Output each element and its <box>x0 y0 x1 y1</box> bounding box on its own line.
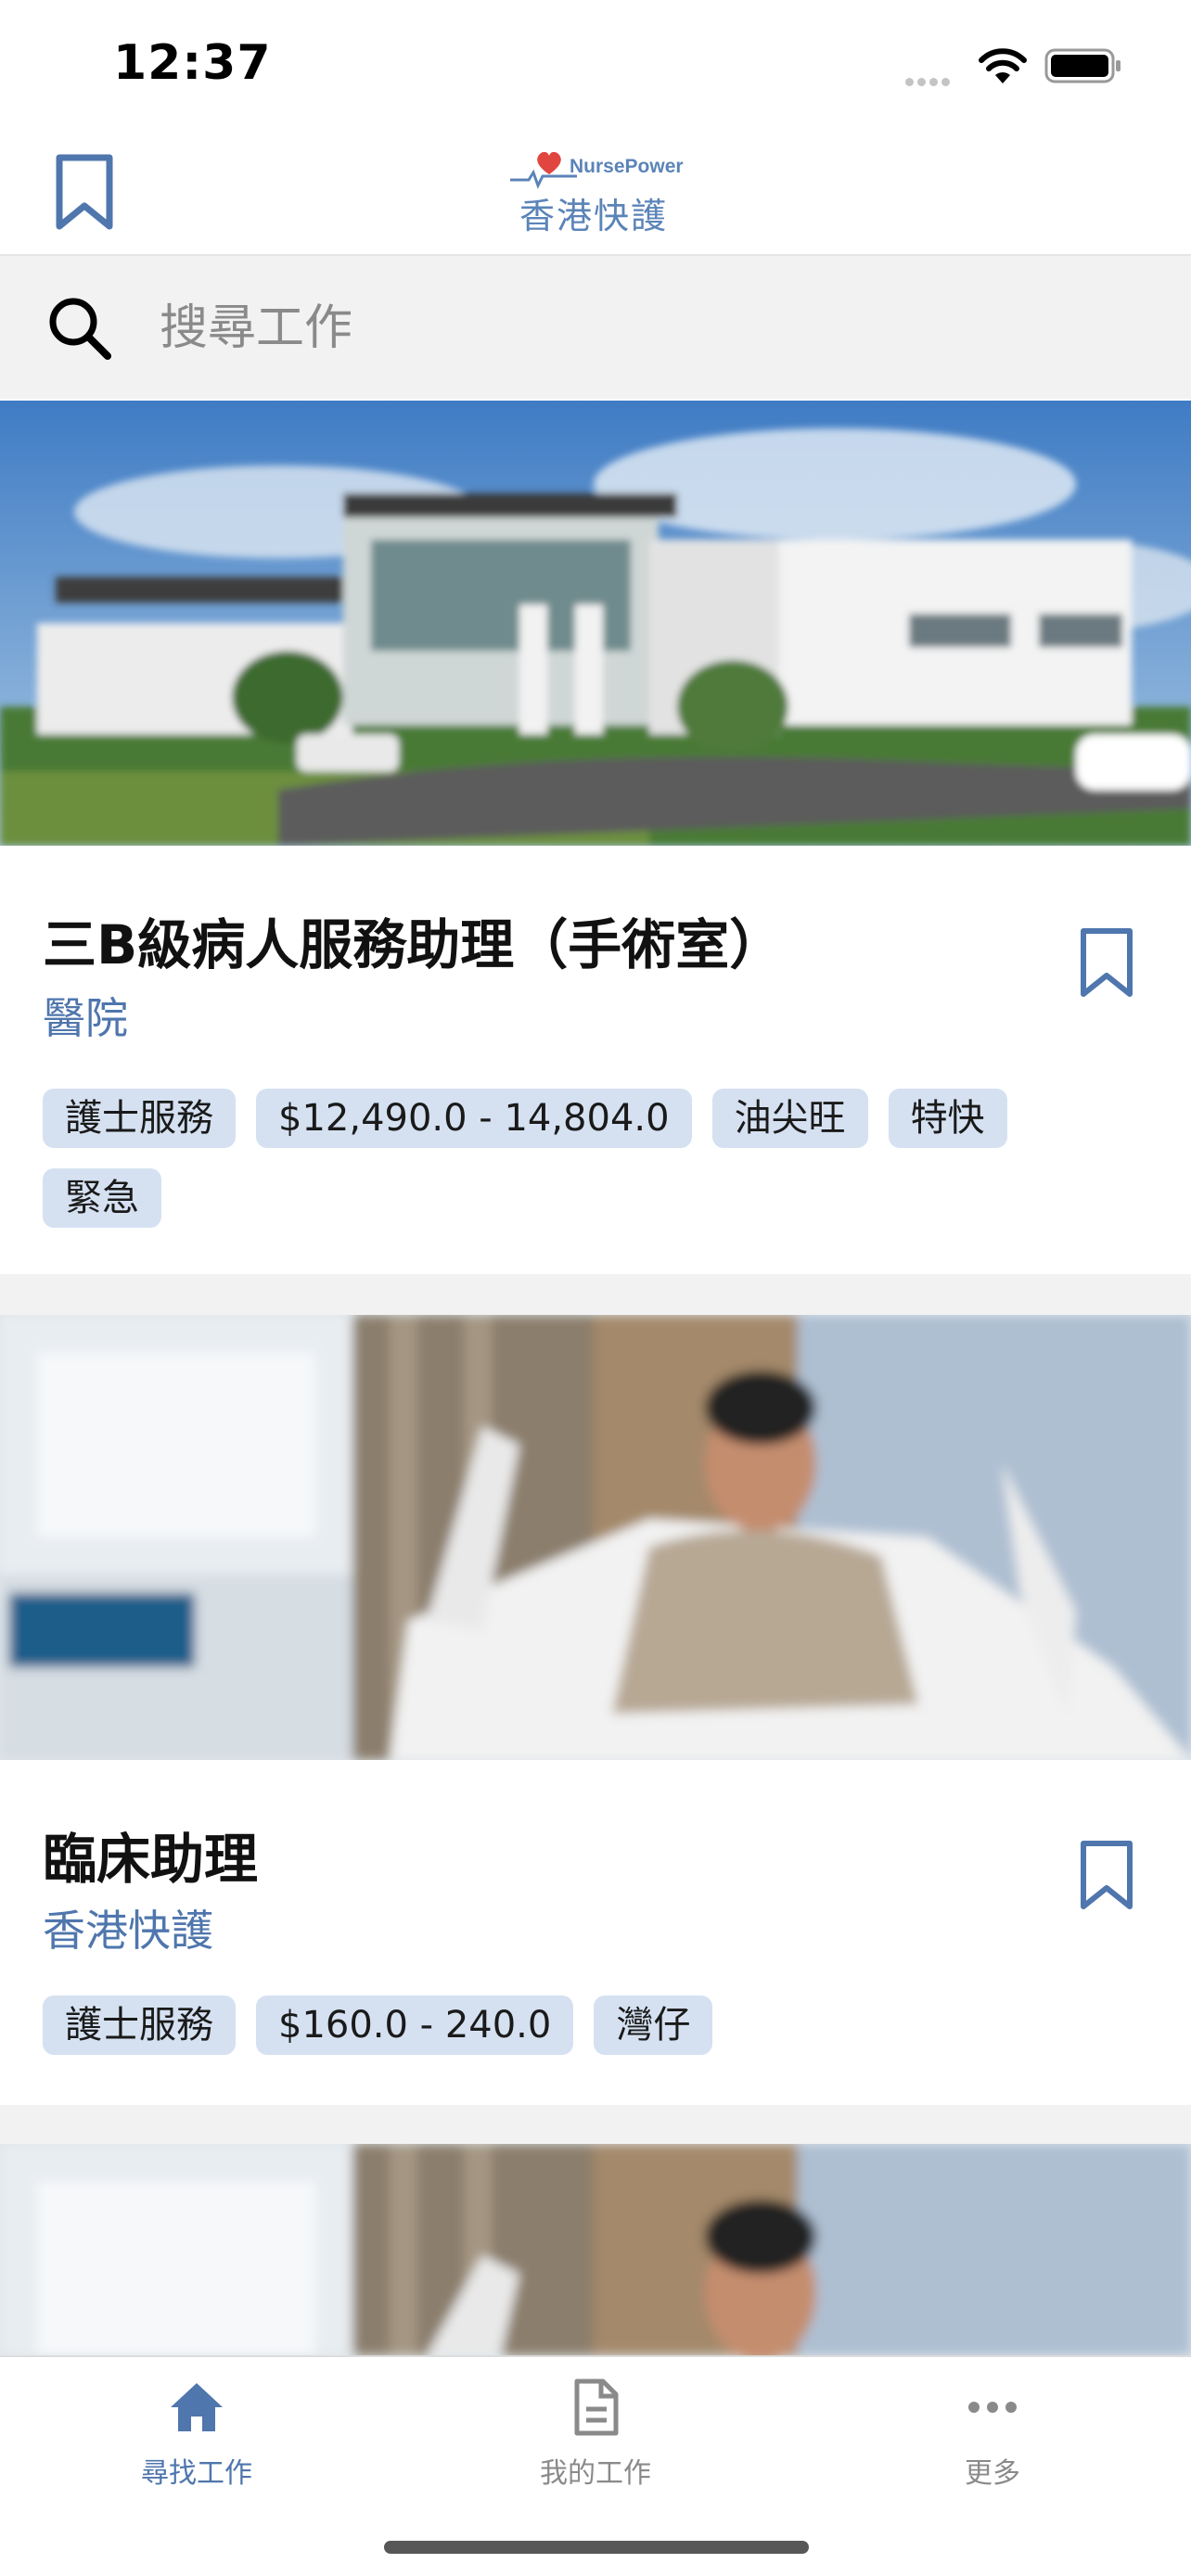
job-company: 醫院 <box>43 993 128 1043</box>
job-tags: 護士服務 $160.0 - 240.0 灣仔 <box>43 1996 1119 2055</box>
job-image-hospital-building <box>0 401 1191 846</box>
tag-salary: $12,490.0 - 14,804.0 <box>256 1089 692 1148</box>
tab-label: 尋找工作 <box>141 2457 252 2490</box>
search-input[interactable] <box>160 291 1143 365</box>
job-title[interactable]: 三B級病人服務助理（手術室） <box>43 901 783 979</box>
home-icon <box>171 2383 223 2431</box>
job-tags: 護士服務 $12,490.0 - 14,804.0 油尖旺 特快 緊急 <box>43 1089 1119 1228</box>
status-time: 12:37 <box>113 35 272 91</box>
tab-label: 更多 <box>965 2457 1020 2490</box>
logo-brand-text: NursePower <box>570 156 684 177</box>
job-image-patient-in-bed <box>0 1315 1191 1760</box>
bookmark-icon[interactable] <box>1078 1840 1135 1912</box>
status-bar: 12:37 <box>0 0 1191 130</box>
tab-more[interactable]: 更多 <box>881 2378 1104 2507</box>
tag-district: 灣仔 <box>594 1996 713 2055</box>
tag-category: 護士服務 <box>43 1089 236 1148</box>
patient-in-bed-image <box>0 1315 1191 1760</box>
job-image-patient-in-bed <box>0 2144 1191 2355</box>
patient-in-bed-image <box>0 2144 1191 2355</box>
app-logo: NursePower 香港快護 <box>510 141 686 243</box>
battery-icon <box>1044 48 1121 83</box>
app-screen: 12:37 NursePower 香港快護 搜尋工作 三B級病人服務助理（手術室… <box>0 0 1191 2576</box>
job-card[interactable]: 三B級病人服務助理（手術室） 醫院 護士服務 $12,490.0 - 14,80… <box>0 401 1191 1274</box>
search-bar <box>0 256 1191 399</box>
search-icon <box>49 298 111 360</box>
tab-label: 我的工作 <box>540 2457 651 2490</box>
tab-my-jobs[interactable]: 我的工作 <box>484 2378 707 2507</box>
document-icon <box>574 2378 619 2436</box>
card-divider <box>0 1274 1191 1315</box>
home-indicator[interactable] <box>384 2541 809 2554</box>
job-card[interactable] <box>0 2144 1191 2355</box>
card-divider <box>0 2105 1191 2146</box>
tab-find-jobs[interactable]: 尋找工作 <box>85 2378 308 2507</box>
cellular-signal-icon <box>905 72 961 86</box>
tag-salary: $160.0 - 240.0 <box>256 1996 574 2055</box>
job-company: 香港快護 <box>43 1906 213 1956</box>
heart-pulse-icon <box>510 151 577 189</box>
bookmark-icon[interactable] <box>1078 927 1135 1000</box>
more-icon <box>968 2402 1017 2413</box>
tag-category: 護士服務 <box>43 1996 236 2055</box>
logo-name-text: 香港快護 <box>519 196 669 236</box>
app-header: NursePower 香港快護 <box>0 130 1191 256</box>
wifi-icon <box>979 48 1027 83</box>
saved-jobs-bookmark-icon[interactable] <box>54 154 115 230</box>
tag-urgent: 緊急 <box>43 1168 161 1228</box>
tag-express: 特快 <box>888 1089 1007 1148</box>
tag-district: 油尖旺 <box>711 1089 868 1148</box>
job-card[interactable]: 臨床助理 香港快護 護士服務 $160.0 - 240.0 灣仔 <box>0 1315 1191 2105</box>
hospital-building-image <box>0 401 1191 846</box>
job-title[interactable]: 臨床助理 <box>43 1816 258 1894</box>
